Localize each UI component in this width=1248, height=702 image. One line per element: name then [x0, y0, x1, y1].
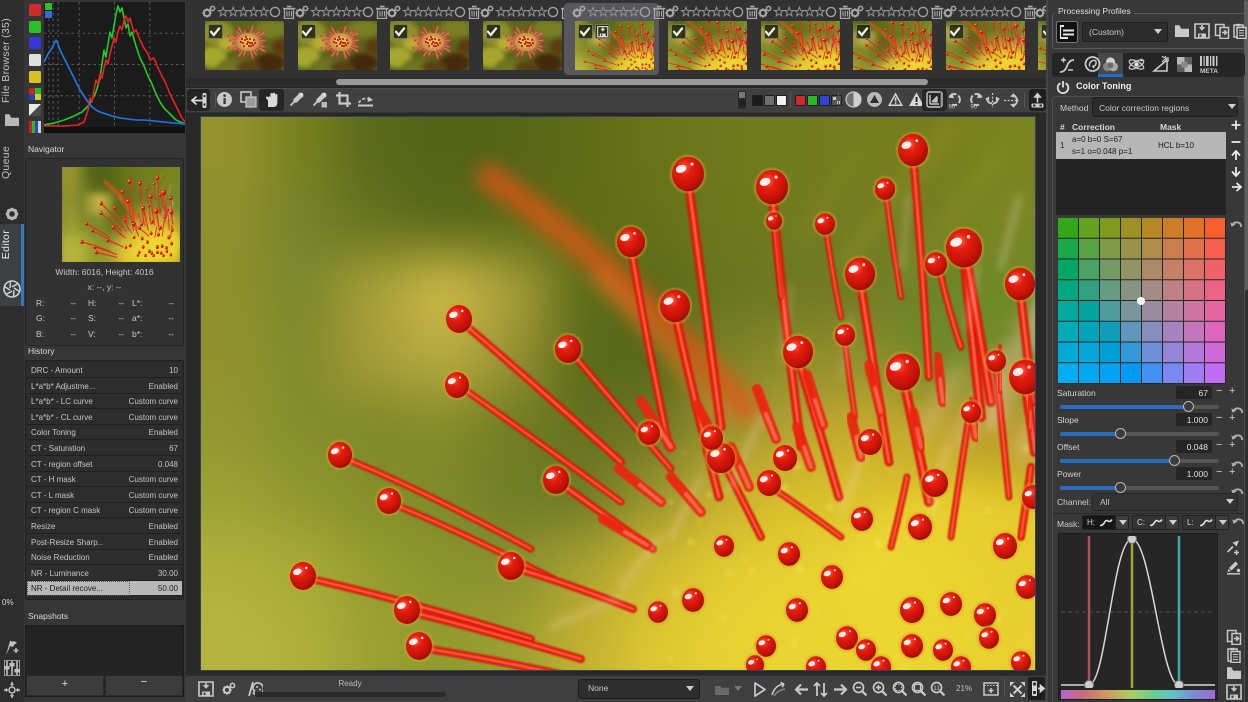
svg-text:90°: 90°	[971, 105, 981, 110]
svg-text:META: META	[1200, 68, 1218, 74]
svg-text:11: 11	[933, 685, 940, 692]
svg-text:90°: 90°	[949, 105, 959, 110]
